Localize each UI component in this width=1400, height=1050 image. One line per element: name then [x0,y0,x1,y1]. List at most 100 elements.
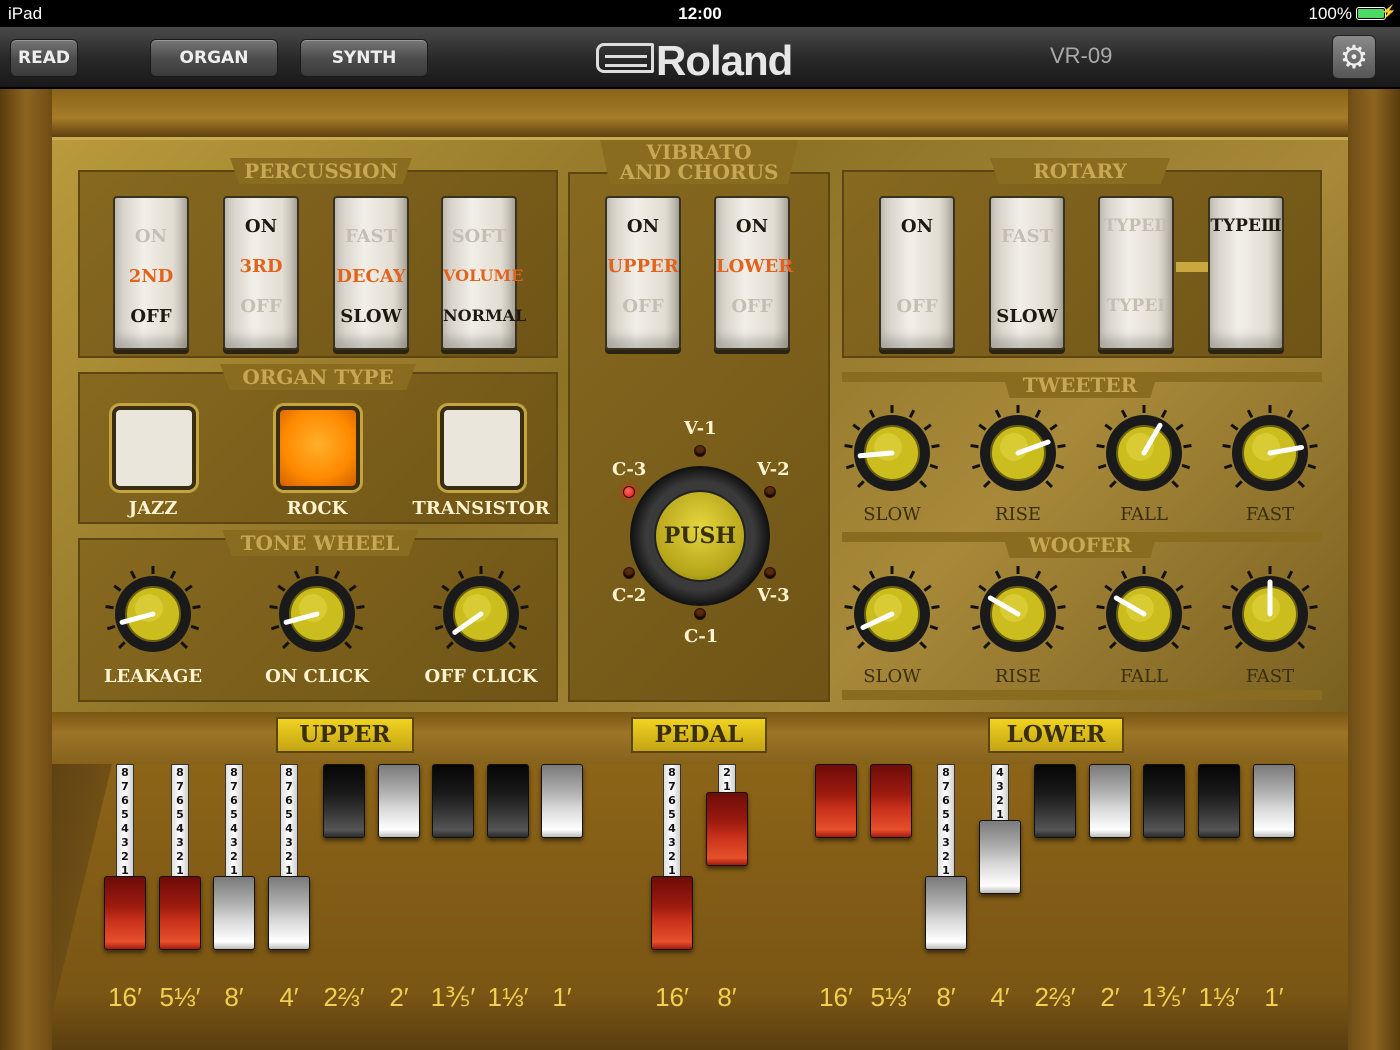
percussion-harmonic-switch[interactable]: ON 3RD OFF [223,196,299,350]
percussion-volume-switch[interactable]: SOFT VOLUME NORMAL [441,196,526,350]
drawbar-handle[interactable] [979,820,1021,894]
v1-label: V-1 [684,418,717,439]
woofer-rise-knob[interactable] [968,564,1068,664]
tweeter-fall-knob[interactable] [1094,403,1194,503]
jazz-button[interactable] [112,406,196,490]
rotary-on-switch[interactable]: ON OFF [879,196,955,350]
pedal-footage-label: 16′ [655,982,689,1012]
on-click-label: ON CLICK [265,666,369,687]
woofer-fast-knob[interactable] [1220,564,1320,664]
rock-button[interactable] [276,406,360,490]
pedal-footage-label: 8′ [717,982,737,1012]
lower-drawbar-1[interactable] [815,764,857,842]
top-wood-rail [52,89,1348,137]
lower-drawbar-8[interactable] [1198,764,1240,842]
upper-drawbar-6[interactable] [378,764,420,842]
tweeter-slow-knob[interactable] [842,403,942,503]
switch-label-top: ON [626,216,660,237]
synth-button[interactable]: SYNTH [300,39,428,77]
drawbar-handle[interactable] [432,764,474,838]
pedal-drawbar-1[interactable]: 87654321 [651,764,693,954]
switch-label-bottom: OFF [896,296,938,317]
drawbar-handle[interactable] [323,764,365,838]
organ-button[interactable]: ORGAN [150,39,278,77]
gear-icon[interactable]: ⚙ [1332,35,1376,79]
switch-label-top: ON [735,216,769,237]
switch-label-bottom: OFF [130,306,172,327]
lower-drawbar-7[interactable] [1143,764,1185,842]
lower-drawbar-3[interactable]: 87654321 [925,764,967,954]
drawbar-handle[interactable] [870,764,912,838]
drawbar-handle[interactable] [1034,764,1076,838]
drawbar-handle[interactable] [268,876,310,950]
drawbar-handle[interactable] [1198,764,1240,838]
drawbar-handle[interactable] [487,764,529,838]
off-click-knob[interactable] [431,564,531,664]
upper-drawbar-9[interactable] [541,764,583,842]
drawbar-handle[interactable] [104,876,146,950]
rotary-type-switch[interactable]: TYPEⅡ TYPEⅠ [1098,196,1174,350]
drawbar-handle[interactable] [1089,764,1131,838]
upper-section-label: UPPER [276,717,414,753]
off-click-label: OFF CLICK [424,666,538,687]
woofer-fall-label: FALL [1120,666,1168,687]
drawbar-handle[interactable] [925,876,967,950]
drawbar-handle[interactable] [213,876,255,950]
knob-graphic [1096,566,1192,652]
drawbar-handle[interactable] [651,876,693,950]
drawbar-scale: 4321 [991,764,1009,824]
switch-label-top: ON [134,226,168,247]
brand-name: Roland [656,37,793,84]
lower-footage-label: 2′ [1100,982,1120,1012]
upper-drawbar-8[interactable] [487,764,529,842]
leakage-knob[interactable] [103,564,203,664]
upper-drawbar-3[interactable]: 87654321 [213,764,255,954]
drawbar-scale: 87654321 [116,764,134,880]
switch-label-top: TYPEⅡ [1103,216,1169,236]
percussion-decay-switch[interactable]: FAST DECAY SLOW [333,196,409,350]
lower-drawbar-4[interactable]: 4321 [979,764,1021,898]
woofer-slow-label: SLOW [863,666,921,687]
drawbar-handle[interactable] [1253,764,1295,838]
read-button[interactable]: READ [10,39,78,77]
pedal-drawbar-2[interactable]: 21 [706,764,748,870]
drawbar-handle[interactable] [815,764,857,838]
drawbar-handle[interactable] [541,764,583,838]
upper-drawbar-7[interactable] [432,764,474,842]
vibrato-push-button[interactable]: PUSH [630,466,770,606]
rotary-type3-switch[interactable]: TYPEⅢ [1208,196,1284,350]
switch-label-top: FAST [344,226,398,247]
switch-label-bottom: OFF [240,296,282,317]
lower-footage-label: 4′ [990,982,1010,1012]
tweeter-fast-label: FAST [1245,504,1295,525]
vibrato-lower-switch[interactable]: ON LOWER OFF [714,196,793,350]
drawbar-handle[interactable] [1143,764,1185,838]
upper-drawbar-5[interactable] [323,764,365,842]
drawbar-handle[interactable] [706,792,748,866]
upper-drawbar-2[interactable]: 87654321 [159,764,201,954]
rotary-speed-switch[interactable]: FAST SLOW [989,196,1065,350]
lower-footage-label: 1⅓′ [1198,982,1240,1012]
percussion-on-switch[interactable]: ON 2ND OFF [113,196,189,350]
on-click-knob[interactable] [267,564,367,664]
tweeter-slow-label: SLOW [863,504,921,525]
upper-drawbar-1[interactable]: 87654321 [104,764,146,954]
switch-label-bottom: SLOW [996,306,1058,327]
lower-drawbar-2[interactable] [870,764,912,842]
switch-label-top: ON [900,216,934,237]
woofer-slow-knob[interactable] [842,564,942,664]
upper-drawbar-4[interactable]: 87654321 [268,764,310,954]
vibrato-upper-switch[interactable]: ON UPPER OFF [605,196,681,350]
lower-footage-label: 16′ [819,982,853,1012]
woofer-fall-knob[interactable] [1094,564,1194,664]
tweeter-rise-knob[interactable] [968,403,1068,503]
transistor-button[interactable] [440,406,524,490]
lower-drawbar-5[interactable] [1034,764,1076,842]
toolbar: READ ORGAN SYNTH Roland VR-09 ⚙ [0,27,1400,89]
lower-drawbar-6[interactable] [1089,764,1131,842]
tweeter-fast-knob[interactable] [1220,403,1320,503]
lower-drawbar-9[interactable] [1253,764,1295,842]
switch-label-mid: 2ND [128,266,174,287]
drawbar-handle[interactable] [378,764,420,838]
drawbar-handle[interactable] [159,876,201,950]
